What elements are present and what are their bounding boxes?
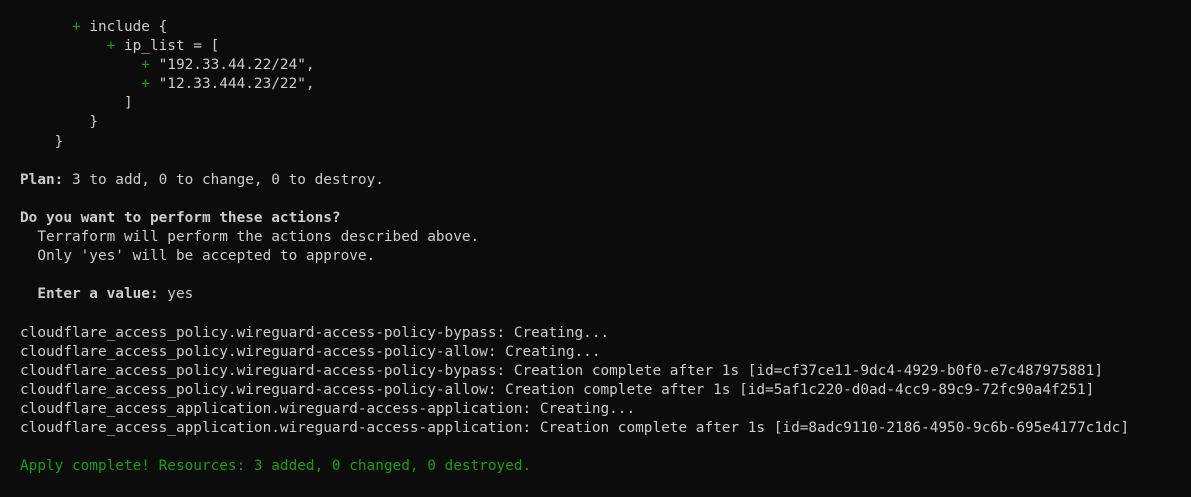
plan-summary-line: Plan: 3 to add, 0 to change, 0 to destro…: [20, 171, 1191, 190]
ip-entry-text: "192.33.44.22/24",: [149, 57, 315, 74]
log-line: cloudflare_access_application.wireguard-…: [20, 419, 1129, 436]
diff-ip-list-line: + ip_list = [: [20, 37, 1191, 56]
log-line: cloudflare_access_policy.wireguard-acces…: [20, 362, 1103, 379]
prompt-description-2: Only 'yes' will be accepted to approve.: [20, 248, 376, 265]
ip-list-text: ip_list = [: [115, 38, 220, 55]
enter-value-input[interactable]: yes: [159, 286, 193, 302]
log-line: cloudflare_access_application.wireguard-…: [20, 400, 636, 417]
ip-entry-text: "12.33.444.23/22",: [149, 76, 315, 93]
diff-close-brace-inner: }: [20, 113, 1191, 132]
enter-value-label: Enter a value:: [20, 286, 159, 303]
prompt-question: Do you want to perform these actions?: [20, 209, 341, 226]
add-marker: +: [71, 19, 81, 35]
diff-close-bracket: ]: [20, 94, 1191, 113]
close-brace-text: }: [54, 133, 64, 150]
add-marker: +: [141, 57, 150, 74]
close-bracket-text: ]: [123, 95, 133, 112]
apply-complete-message: Apply complete! Resources: 3 added, 0 ch…: [20, 458, 532, 475]
prompt-description-1: Terraform will perform the actions descr…: [20, 229, 480, 246]
plan-label: Plan:: [20, 171, 64, 188]
diff-include-line: + include {: [20, 18, 1191, 37]
add-marker: +: [106, 38, 116, 55]
prompt-enter-line: Enter a value: yes: [20, 285, 1191, 304]
add-marker: +: [141, 76, 150, 93]
plan-summary: 3 to add, 0 to change, 0 to destroy.: [63, 171, 384, 188]
diff-ip-entry-1: + "192.33.44.22/24",: [20, 56, 1191, 75]
log-line: cloudflare_access_policy.wireguard-acces…: [20, 343, 601, 360]
log-line: cloudflare_access_policy.wireguard-acces…: [20, 381, 1095, 398]
close-brace-text: }: [89, 114, 98, 131]
diff-close-brace-outer: }: [20, 133, 1191, 152]
log-line: cloudflare_access_policy.wireguard-acces…: [20, 324, 610, 341]
diff-ip-entry-2: + "12.33.444.23/22",: [20, 75, 1191, 94]
terminal-window[interactable]: + include { + ip_list = [ + "192.33.44.2…: [0, 0, 1191, 497]
include-text: include {: [80, 19, 168, 35]
